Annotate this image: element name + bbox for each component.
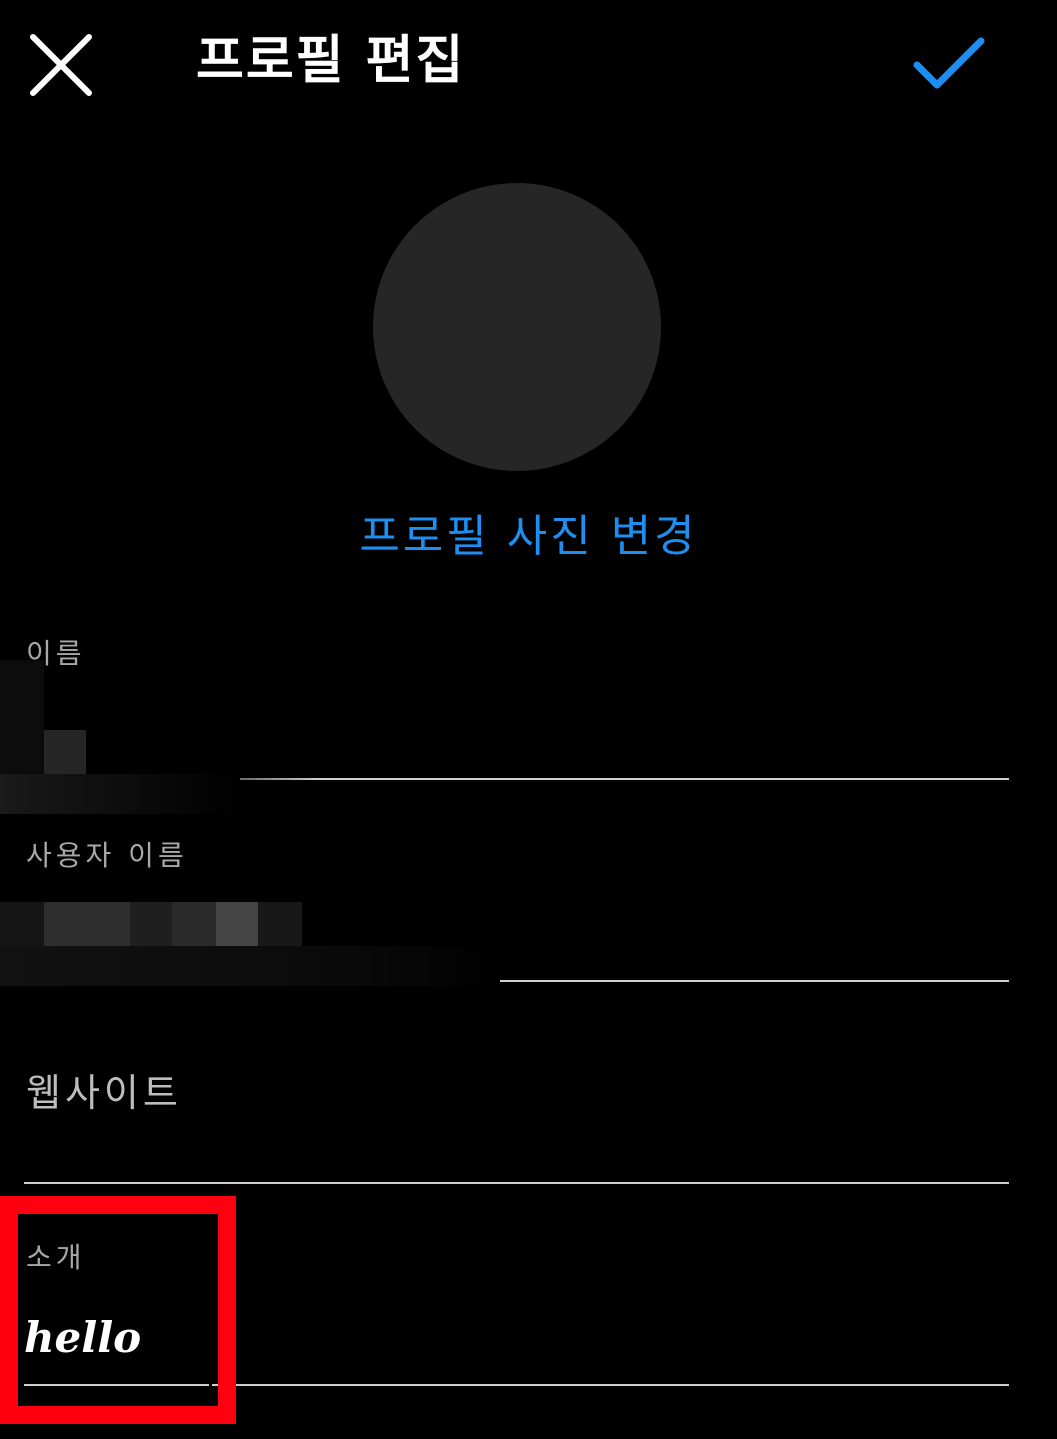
top-bar: 프로필 편집: [0, 0, 1057, 130]
bio-label: 소개: [26, 1241, 86, 1274]
check-icon: [913, 37, 985, 89]
obscured-name-block: [44, 730, 86, 774]
page-title: 프로필 편집: [196, 31, 466, 91]
username-label: 사용자 이름: [26, 839, 188, 872]
website-placeholder: 웹사이트: [26, 1071, 182, 1115]
avatar[interactable]: [373, 183, 661, 471]
name-field[interactable]: 이름: [24, 632, 1009, 784]
obscured-username-block: [0, 946, 500, 986]
change-profile-photo-link[interactable]: 프로필 사진 변경: [0, 505, 1057, 569]
confirm-button[interactable]: [906, 28, 992, 98]
close-icon: [30, 34, 92, 96]
bio-underline: [24, 1384, 1009, 1386]
close-button[interactable]: [22, 26, 100, 104]
bio-value[interactable]: hello: [24, 1308, 141, 1368]
obscured-name-block: [0, 774, 240, 814]
obscured-username-block: [172, 902, 216, 946]
obscured-username-block: [216, 902, 258, 946]
obscured-username-block: [0, 902, 44, 946]
website-field[interactable]: 웹사이트: [24, 1066, 1009, 1188]
website-underline: [24, 1182, 1009, 1184]
obscured-username-block: [130, 902, 172, 946]
bio-field[interactable]: 소개 hello: [24, 1236, 1009, 1390]
obscured-name-block: [0, 660, 44, 774]
obscured-username-block: [44, 902, 130, 946]
obscured-username-block: [258, 902, 302, 946]
